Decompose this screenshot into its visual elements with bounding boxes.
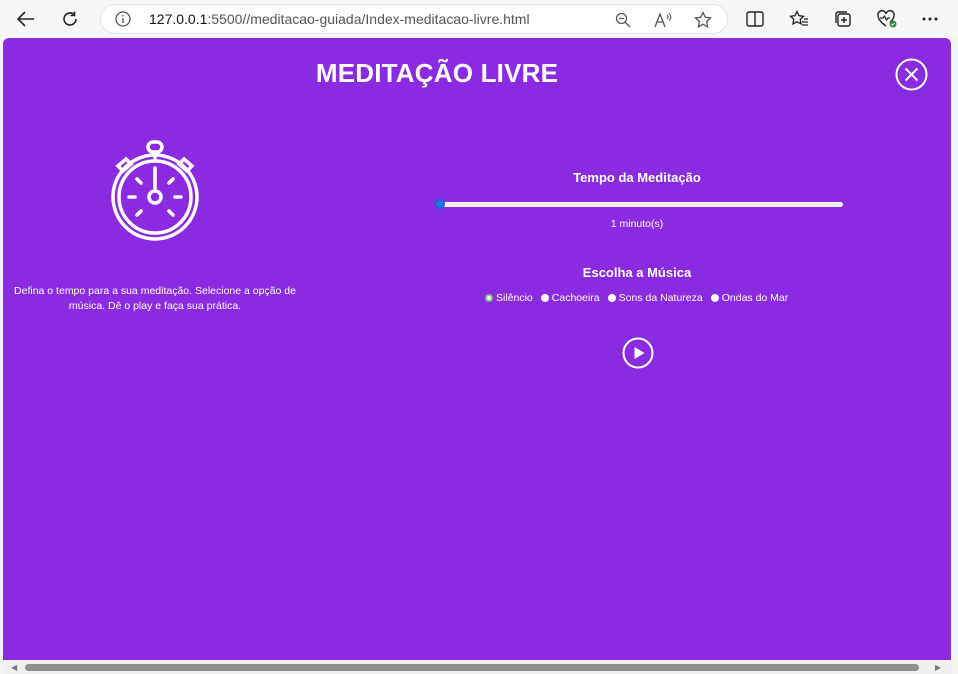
scroll-left-icon[interactable]: ◀ [11, 663, 17, 672]
refresh-icon[interactable] [56, 5, 84, 33]
scrollbar-thumb[interactable] [25, 664, 919, 671]
play-icon[interactable] [622, 337, 654, 369]
music-options: Silêncio Cachoeira Sons da Natureza Onda… [485, 292, 796, 304]
read-aloud-icon[interactable] [653, 10, 673, 30]
instructions-text: Defina o tempo para a sua meditação. Sel… [14, 285, 296, 312]
url-text[interactable]: 127.0.0.1:5500//meditacao-guiada/Index-m… [149, 11, 530, 27]
music-option-label: Sons da Natureza [618, 292, 703, 304]
music-option-label: Cachoeira [551, 292, 600, 304]
favorites-icon[interactable] [785, 5, 813, 33]
music-option-label: Ondas do Mar [721, 292, 789, 304]
music-title: Escolha a Música [582, 265, 692, 280]
favorite-icon[interactable] [693, 10, 713, 30]
music-option-label: Silêncio [496, 292, 533, 304]
slider-thumb[interactable] [435, 199, 445, 209]
browser-toolbar: 127.0.0.1:5500//meditacao-guiada/Index-m… [0, 0, 958, 38]
zoom-icon[interactable] [613, 10, 633, 30]
back-icon[interactable] [12, 5, 40, 33]
radio-button[interactable] [540, 294, 549, 302]
more-icon[interactable] [916, 5, 944, 33]
url-path: :5500//meditacao-guiada/Index-meditacao-… [207, 11, 530, 27]
duration-slider[interactable] [435, 199, 845, 209]
minutes-label: 1 minuto(s) [610, 218, 664, 230]
collections-icon[interactable] [829, 5, 857, 33]
stopwatch-icon [107, 138, 203, 253]
music-option-ondas-mar[interactable]: Ondas do Mar [710, 292, 789, 304]
radio-button[interactable] [607, 294, 616, 302]
close-icon[interactable] [895, 58, 928, 91]
address-bar[interactable]: 127.0.0.1:5500//meditacao-guiada/Index-m… [100, 4, 728, 34]
url-host: 127.0.0.1 [149, 11, 208, 27]
radio-button[interactable] [485, 294, 493, 302]
music-option-cachoeira[interactable]: Cachoeira [540, 292, 600, 304]
horizontal-scrollbar[interactable]: ◀ ▶ [3, 660, 951, 674]
health-icon[interactable] [873, 5, 901, 33]
split-screen-icon[interactable] [741, 5, 769, 33]
music-option-silencio[interactable]: Silêncio [485, 292, 533, 304]
vertical-scrollbar[interactable] [951, 38, 958, 674]
music-option-sons-natureza[interactable]: Sons da Natureza [607, 292, 703, 304]
page-title: MEDITAÇÃO LIVRE [315, 58, 559, 88]
meditation-page: MEDITAÇÃO LIVRE Defina o tempo para a su… [3, 38, 951, 660]
radio-button[interactable] [710, 294, 719, 302]
info-icon[interactable] [115, 11, 131, 31]
scroll-right-icon[interactable]: ▶ [935, 663, 941, 672]
slider-track[interactable] [437, 202, 843, 207]
tempo-title: Tempo da Meditação [573, 170, 701, 185]
